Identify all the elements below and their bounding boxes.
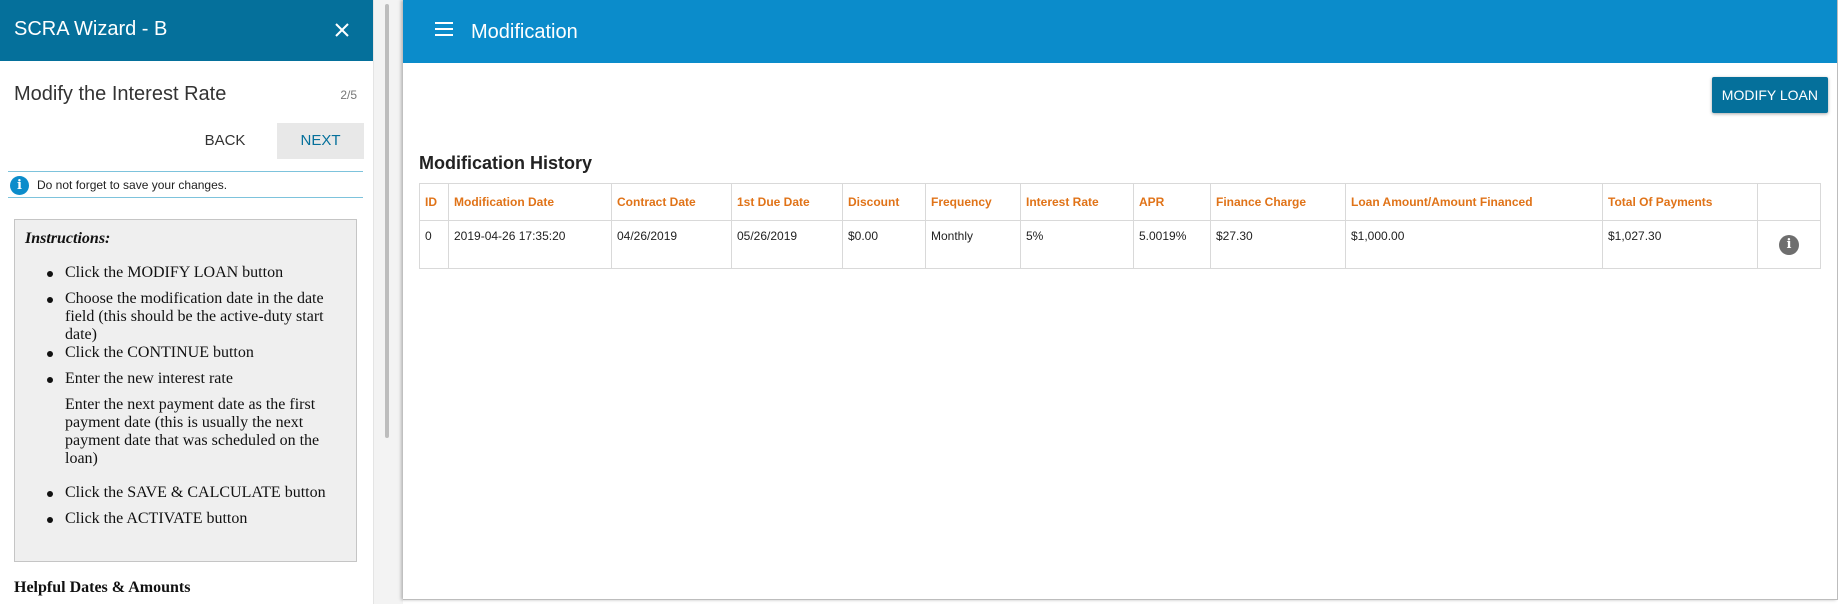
column-header: 1st Due Date [731,183,843,221]
next-button[interactable]: NEXT [277,123,364,159]
instruction-item: Enter the new interest rate [47,370,335,388]
instruction-item: Click the CONTINUE button [47,344,335,362]
column-header: Interest Rate [1020,183,1134,221]
close-icon[interactable] [327,15,357,45]
table-header-row: ID Modification Date Contract Date 1st D… [419,183,1821,221]
instruction-item: Choose the modification date in the date… [47,290,335,344]
helpful-dates-heading: Helpful Dates & Amounts [14,579,191,596]
instruction-item: Click the SAVE & CALCULATE button [47,484,335,502]
cell-interest-rate: 5% [1020,220,1134,269]
column-header: Contract Date [611,183,732,221]
cell-apr: 5.0019% [1133,220,1211,269]
wizard-header: SCRA Wizard - B [0,0,373,61]
cell-details: i [1757,220,1821,269]
column-header: Finance Charge [1210,183,1346,221]
back-button[interactable]: BACK [194,123,256,159]
info-icon: i [10,176,29,195]
cell-finance-charge: $27.30 [1210,220,1346,269]
instruction-item: Enter the next payment date as the first… [65,396,320,467]
modification-app: Modification MODIFY LOAN Modification Hi… [403,0,1838,600]
notice-text: Do not forget to save your changes. [37,178,228,192]
instruction-item: Click the ACTIVATE button [47,510,335,528]
wizard-title: SCRA Wizard - B [14,18,168,40]
info-icon[interactable]: i [1779,234,1799,255]
column-header: ID [419,183,449,221]
modify-loan-button[interactable]: MODIFY LOAN [1711,77,1828,113]
wizard-panel: SCRA Wizard - B Modify the Interest Rate… [0,0,373,604]
cell-discount: $0.00 [842,220,926,269]
step-counter: 2/5 [340,88,357,102]
column-header: Frequency [925,183,1021,221]
column-header: Total Of Payments [1602,183,1758,221]
column-header: Loan Amount/Amount Financed [1345,183,1603,221]
cell-frequency: Monthly [925,220,1021,269]
cell-first-due-date: 05/26/2019 [731,220,843,269]
app-header: Modification [403,0,1837,63]
instruction-item: Click the MODIFY LOAN button [47,264,335,282]
cell-contract-date: 04/26/2019 [611,220,732,269]
modification-history-title: Modification History [419,153,593,173]
table-row: 0 2019-04-26 17:35:20 04/26/2019 05/26/2… [419,220,1821,269]
column-header [1757,183,1821,221]
hamburger-menu-icon[interactable] [435,22,455,38]
save-reminder-notice: i Do not forget to save your changes. [8,171,363,198]
cell-id: 0 [419,220,449,269]
page-title: Modification [471,21,578,43]
cell-modification-date: 2019-04-26 17:35:20 [448,220,612,269]
column-header: Modification Date [448,183,612,221]
modification-history-table: ID Modification Date Contract Date 1st D… [419,183,1821,269]
cell-loan-amount: $1,000.00 [1345,220,1603,269]
column-header: APR [1133,183,1211,221]
column-header: Discount [842,183,926,221]
step-title: Modify the Interest Rate [14,83,227,105]
instructions-title: Instructions: [25,230,111,247]
wizard-scrollbar-thumb[interactable] [385,4,389,438]
instructions-box: Instructions: Click the MODIFY LOAN butt… [14,219,357,562]
cell-total-of-payments: $1,027.30 [1602,220,1758,269]
